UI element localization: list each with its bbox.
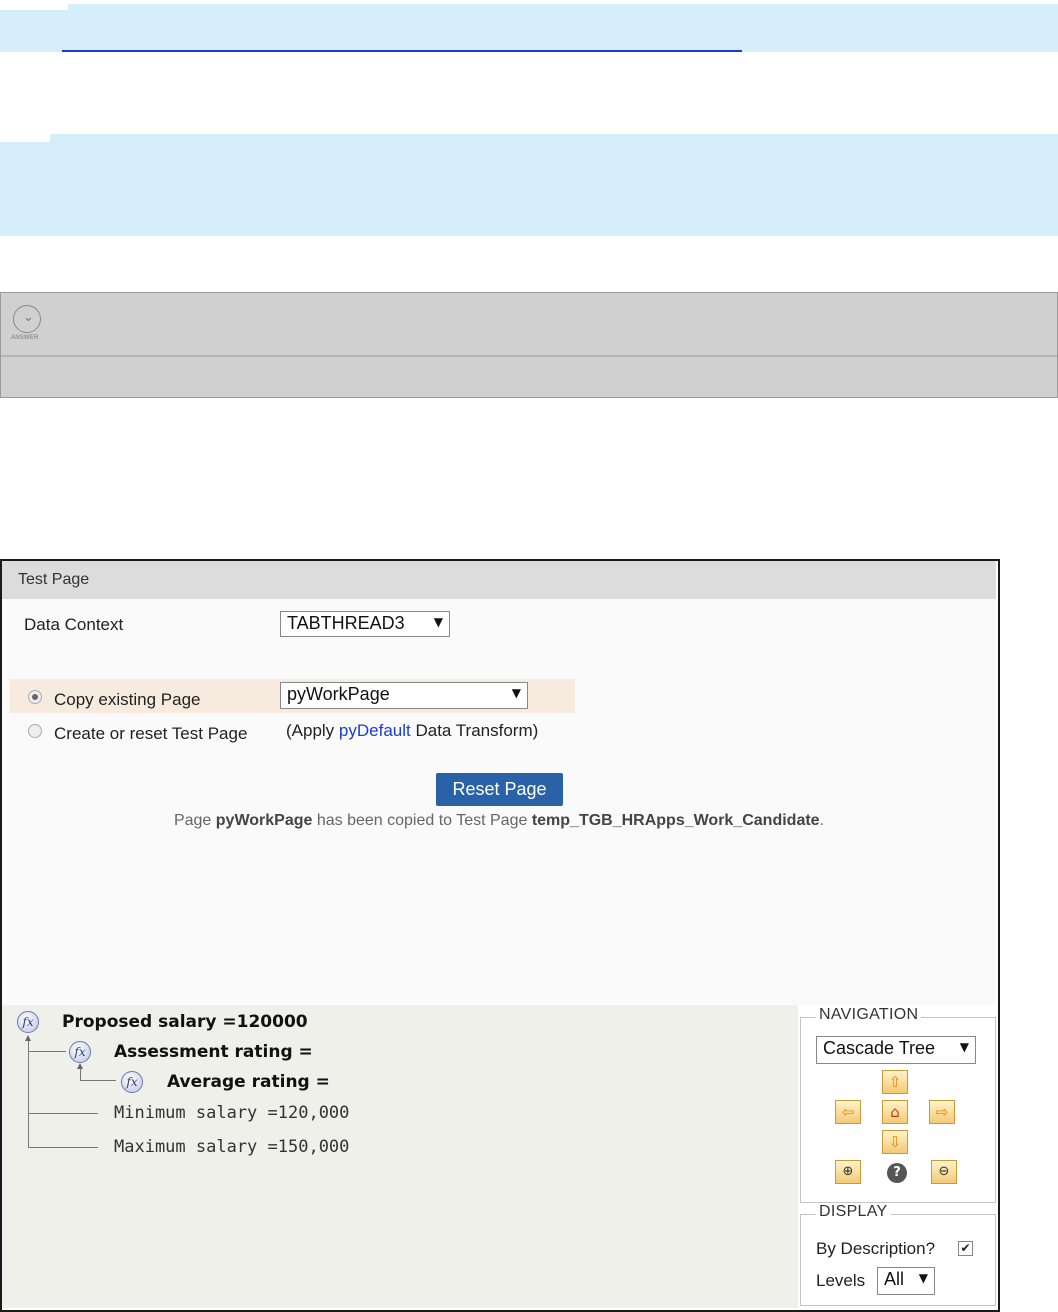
navigation-legend: NAVIGATION bbox=[816, 1006, 922, 1024]
banner-tab bbox=[0, 132, 50, 142]
dropdown-arrow-icon: ▼ bbox=[918, 1271, 928, 1285]
display-legend: DISPLAY bbox=[816, 1203, 891, 1221]
zoom-out-icon[interactable]: ⊖ bbox=[931, 1160, 957, 1184]
copy-existing-page-value: pyWorkPage bbox=[287, 684, 390, 704]
levels-value: All bbox=[884, 1269, 905, 1289]
answer-panel: ⌄ ANSWER bbox=[0, 292, 1058, 398]
hint-suffix: Data Transform) bbox=[410, 721, 539, 740]
data-context-label: Data Context bbox=[24, 615, 124, 634]
test-page-screenshot: Test Page Data Context TABTHREAD3 ▼ Copy… bbox=[0, 559, 1000, 1312]
msg-part1: Page bbox=[173, 812, 216, 829]
msg-part3: . bbox=[819, 812, 825, 829]
hint-prefix: (Apply bbox=[286, 721, 339, 740]
dropdown-arrow-icon: ▼ bbox=[433, 615, 443, 629]
info-banner-second bbox=[0, 132, 1058, 236]
tree-connector bbox=[28, 1051, 66, 1052]
data-transform-hint: (Apply pyDefault Data Transform) bbox=[286, 721, 538, 741]
levels-label: Levels bbox=[816, 1271, 866, 1290]
side-panel: NAVIGATION Cascade Tree ▼ ⇧ ⇦ ⌂ ⇨ ⇩ ⊕ ? … bbox=[798, 1005, 996, 1308]
tree-node-minimum-salary[interactable]: Minimum salary =120,000 bbox=[114, 1103, 349, 1123]
create-reset-label: Create or reset Test Page bbox=[54, 724, 248, 743]
dropdown-arrow-icon: ▼ bbox=[511, 686, 521, 700]
banner-link-underline[interactable] bbox=[62, 50, 742, 52]
by-description-label: By Description? bbox=[816, 1239, 936, 1258]
arrow-down-icon[interactable]: ⇩ bbox=[882, 1130, 908, 1154]
home-icon[interactable]: ⌂ bbox=[882, 1100, 908, 1124]
create-reset-radio[interactable] bbox=[28, 724, 42, 738]
tree-node-maximum-salary[interactable]: Maximum salary =150,000 bbox=[114, 1137, 349, 1157]
tree-view-select[interactable]: Cascade Tree ▼ bbox=[816, 1036, 976, 1064]
tree-node-proposed-salary[interactable]: Proposed salary =120000 bbox=[62, 1012, 308, 1032]
arrow-right-icon[interactable]: ⇨ bbox=[929, 1100, 955, 1124]
dropdown-arrow-icon: ▼ bbox=[959, 1040, 969, 1054]
zoom-in-icon[interactable]: ⊕ bbox=[835, 1160, 861, 1184]
copy-existing-page-select[interactable]: pyWorkPage ▼ bbox=[280, 682, 528, 709]
data-context-value: TABTHREAD3 bbox=[287, 613, 405, 633]
test-page-header: Test Page bbox=[2, 561, 996, 599]
test-page-title: Test Page bbox=[18, 571, 90, 588]
tree-node-assessment-rating[interactable]: Assessment rating = bbox=[114, 1042, 313, 1062]
tree-node-average-rating[interactable]: Average rating = bbox=[167, 1072, 330, 1092]
copy-existing-label: Copy existing Page bbox=[54, 690, 201, 709]
tree-connector bbox=[80, 1080, 116, 1081]
tree-connector bbox=[28, 1113, 98, 1114]
arrow-left-icon[interactable]: ⇦ bbox=[835, 1100, 861, 1124]
info-banner-top bbox=[0, 0, 1058, 52]
by-description-checkbox[interactable]: ✔ bbox=[958, 1241, 973, 1256]
tree-arrow-icon bbox=[25, 1035, 31, 1041]
levels-select[interactable]: All ▼ bbox=[877, 1267, 935, 1295]
chevron-down-icon: ⌄ bbox=[13, 305, 41, 333]
answer-label: ANSWER bbox=[11, 335, 39, 341]
tree-connector bbox=[28, 1038, 29, 1147]
display-fieldset: DISPLAY By Description? ✔ Levels All ▼ bbox=[800, 1203, 996, 1306]
tree-connector bbox=[28, 1147, 98, 1148]
copy-existing-radio[interactable] bbox=[28, 690, 42, 704]
tree-arrow-icon bbox=[77, 1063, 83, 1069]
test-page-body: Data Context TABTHREAD3 ▼ Copy existing … bbox=[2, 599, 996, 1005]
msg-part2: has been copied to Test Page bbox=[312, 812, 532, 829]
data-context-select[interactable]: TABTHREAD3 ▼ bbox=[280, 611, 450, 637]
help-icon[interactable]: ? bbox=[887, 1163, 907, 1183]
msg-target-page: temp_TGB_HRApps_Work_Candidate bbox=[531, 812, 820, 829]
answer-divider bbox=[1, 355, 1057, 357]
pydefault-link[interactable]: pyDefault bbox=[339, 721, 411, 740]
msg-source-page: pyWorkPage bbox=[215, 812, 313, 829]
fx-icon[interactable]: fx bbox=[17, 1011, 39, 1033]
arrow-up-icon[interactable]: ⇧ bbox=[882, 1070, 908, 1094]
answer-toggle-button[interactable]: ⌄ ANSWER bbox=[11, 305, 45, 341]
banner-tab bbox=[0, 0, 68, 10]
navigation-fieldset: NAVIGATION Cascade Tree ▼ ⇧ ⇦ ⌂ ⇨ ⇩ ⊕ ? … bbox=[800, 1006, 996, 1203]
reset-page-button[interactable]: Reset Page bbox=[436, 773, 563, 806]
fx-icon[interactable]: fx bbox=[69, 1041, 91, 1063]
tree-view-value: Cascade Tree bbox=[823, 1038, 936, 1058]
copy-status-message: Page pyWorkPage has been copied to Test … bbox=[2, 812, 996, 830]
cascade-tree-area: fx Proposed salary =120000 fx Assessment… bbox=[2, 1005, 798, 1308]
fx-icon[interactable]: fx bbox=[121, 1071, 143, 1093]
